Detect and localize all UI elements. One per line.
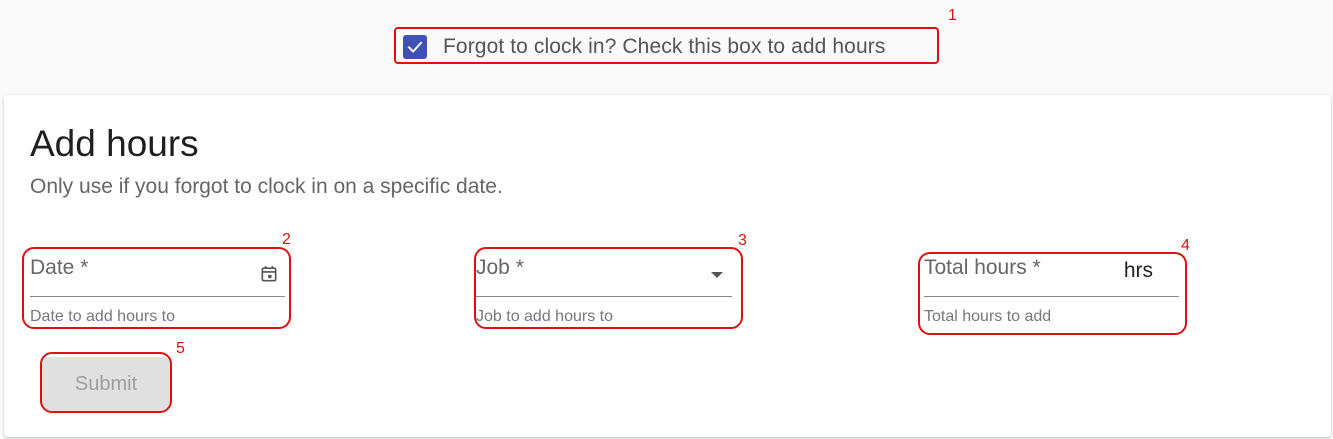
annotation-number-4: 4 bbox=[1181, 237, 1190, 254]
annotation-box-2 bbox=[22, 247, 291, 329]
annotation-box-1 bbox=[394, 27, 939, 64]
card-subtitle: Only use if you forgot to clock in on a … bbox=[30, 175, 503, 198]
annotation-number-1: 1 bbox=[948, 7, 957, 24]
annotation-box-5 bbox=[40, 352, 172, 413]
annotation-number-2: 2 bbox=[282, 231, 291, 248]
page: Forgot to clock in? Check this box to ad… bbox=[0, 0, 1333, 439]
annotation-number-3: 3 bbox=[738, 232, 747, 249]
annotation-box-4 bbox=[918, 252, 1187, 335]
annotation-number-5: 5 bbox=[176, 340, 185, 357]
card-title: Add hours bbox=[30, 123, 199, 164]
annotation-box-3 bbox=[474, 247, 743, 329]
